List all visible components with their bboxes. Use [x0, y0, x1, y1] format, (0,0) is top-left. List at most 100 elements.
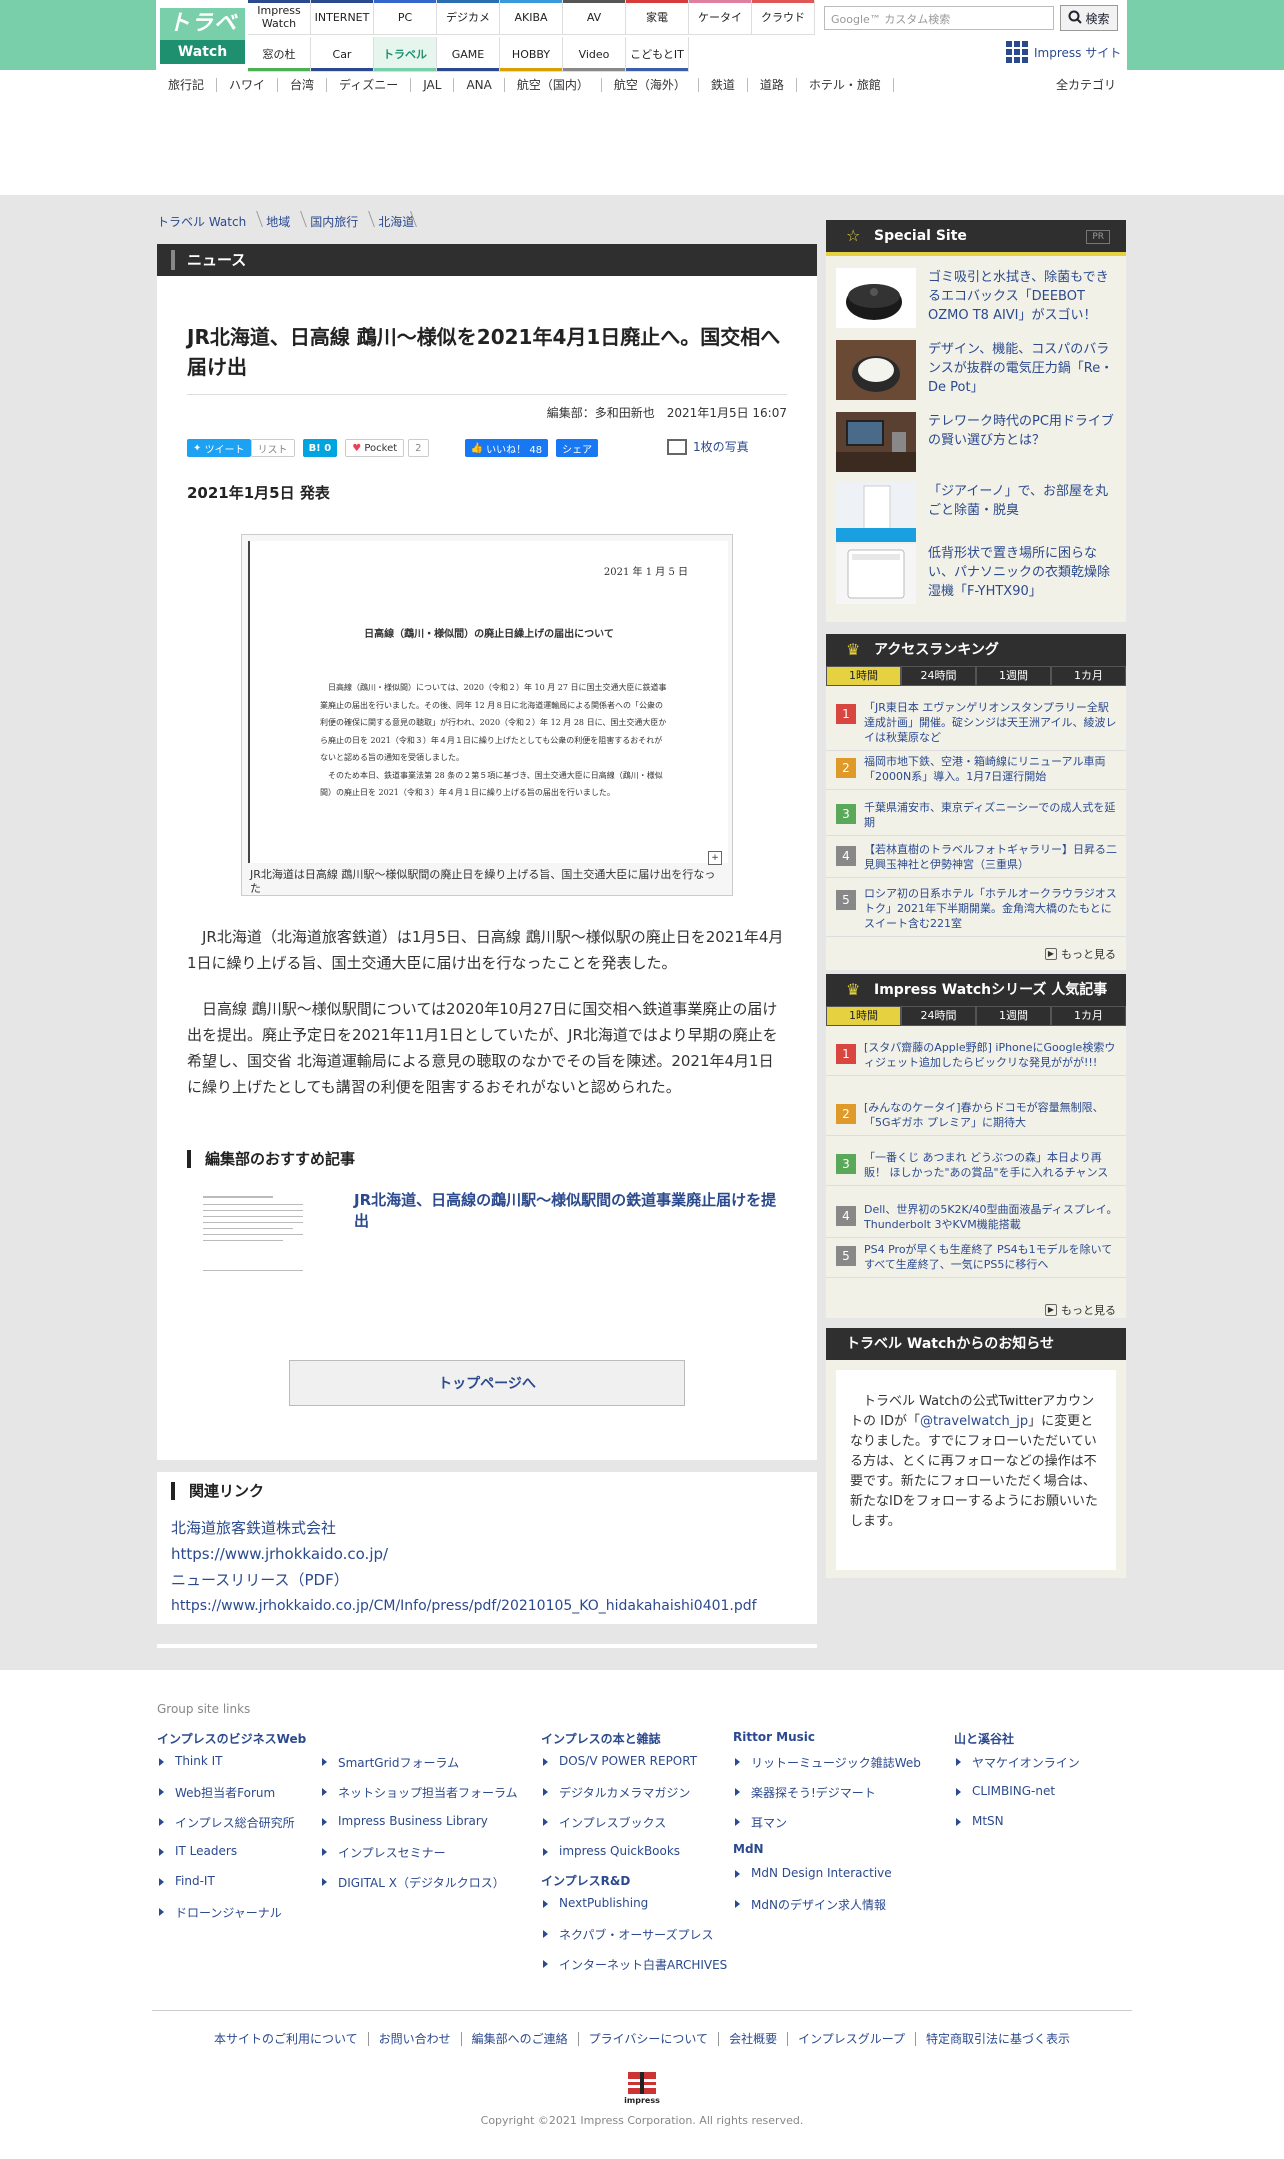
footer-link[interactable]: MtSN: [954, 1814, 1080, 1844]
subnav-item[interactable]: ホテル・旅館: [797, 78, 894, 92]
breadcrumb-item[interactable]: 北海道: [378, 213, 414, 230]
nav-item[interactable]: AKIBA: [500, 0, 563, 35]
travel-watch-logo[interactable]: トラベル Watch: [160, 8, 245, 68]
facebook-share-button[interactable]: シェア: [556, 439, 599, 457]
tab-1-hour[interactable]: 1時間: [826, 666, 901, 686]
top-page-button[interactable]: トップページへ: [289, 1360, 685, 1406]
footer-link[interactable]: DOS/V POWER REPORT: [541, 1754, 727, 1784]
tab-1-month[interactable]: 1カ月: [1051, 1006, 1126, 1026]
more-link[interactable]: ▶ もっと見る: [1045, 946, 1116, 962]
recommended-article-link[interactable]: JR北海道、日高線の鵡川駅～様似駅間の鉄道事業廃止届けを提出: [354, 1190, 784, 1232]
impress-site-link[interactable]: Impress サイト: [1006, 40, 1121, 64]
footer-link[interactable]: IT Leaders: [157, 1844, 306, 1874]
footer-link[interactable]: Find-IT: [157, 1874, 306, 1904]
footer-link[interactable]: 耳マン: [733, 1814, 921, 1844]
breadcrumb-item[interactable]: 国内旅行: [310, 213, 372, 230]
subnav-item[interactable]: 旅行記: [156, 78, 218, 92]
nav-item[interactable]: 家電: [626, 0, 689, 35]
special-item[interactable]: ゴミ吸引と水拭き、除菌もできるエコバックス「DEEBOT OZMO T8 AIV…: [836, 268, 1116, 328]
ranking-item[interactable]: 1 [スタパ齋藤のApple野郎] iPhoneにGoogle検索ウィジェット追加…: [826, 1040, 1126, 1076]
ranking-item[interactable]: 3 千葉県浦安市、東京ディズニーシーでの成人式を延期: [826, 800, 1126, 836]
recommended-thumbnail[interactable]: [199, 1190, 309, 1290]
footer-link[interactable]: DIGITAL X（デジタルクロス）: [320, 1874, 518, 1904]
ranking-item[interactable]: 3 「一番くじ あつまれ どうぶつの森」本日より再販！ ほしかった"あの賞品"を手…: [826, 1150, 1126, 1186]
related-link[interactable]: ニュースリリース（PDF）: [171, 1570, 349, 1590]
impress-logo[interactable]: impress: [620, 2070, 664, 2106]
footer-link[interactable]: CLIMBING-net: [954, 1784, 1080, 1814]
footer-link[interactable]: ドローンジャーナル: [157, 1904, 306, 1934]
article-figure[interactable]: 2021 年 1 月 5 日 日高線（鵡川・様似間）の廃止日繰上げの届出について…: [241, 534, 733, 896]
facebook-like-button[interactable]: 👍 いいね！ 48: [464, 439, 549, 457]
zoom-icon[interactable]: +: [708, 851, 722, 865]
subnav-item[interactable]: JAL: [411, 78, 455, 92]
related-link[interactable]: https://www.jrhokkaido.co.jp/CM/Info/pre…: [171, 1596, 757, 1616]
nav-item[interactable]: デジカメ: [437, 0, 500, 35]
footer-link[interactable]: インプレスブックス: [541, 1814, 727, 1844]
footer-link[interactable]: ネットショップ担当者フォーラム: [320, 1784, 518, 1814]
nav-item[interactable]: トラベル: [374, 37, 437, 72]
footer-bottom-link[interactable]: プライバシーについて: [579, 2032, 720, 2046]
more-link[interactable]: ▶ もっと見る: [1045, 1302, 1116, 1318]
footer-link[interactable]: インプレスセミナー: [320, 1844, 518, 1874]
nav-item[interactable]: Impress Watch: [248, 0, 311, 35]
footer-link[interactable]: Think IT: [157, 1754, 306, 1784]
footer-bottom-link[interactable]: お問い合わせ: [369, 2032, 462, 2046]
footer-link[interactable]: インターネット白書ARCHIVES: [541, 1956, 727, 1986]
hatena-bookmark-button[interactable]: B! 0: [302, 439, 338, 457]
special-item[interactable]: デザイン、機能、コスパのバランスが抜群の電気圧力鍋「Re・De Pot」: [836, 340, 1116, 400]
nav-item[interactable]: Car: [311, 37, 374, 72]
footer-link[interactable]: 楽器探そう!デジマート: [733, 1784, 921, 1814]
ranking-item[interactable]: 5 ロシア初の日系ホテル「ホテルオークラウラジオストク」2021年下半期開業。金角…: [826, 886, 1126, 937]
footer-bottom-link[interactable]: 本サイトのご利用について: [204, 2032, 369, 2046]
subnav-item[interactable]: 航空（国内）: [505, 78, 602, 92]
list-button[interactable]: リスト: [250, 439, 295, 457]
tab-1-week[interactable]: 1週間: [976, 666, 1051, 686]
nav-item[interactable]: クラウド: [752, 0, 815, 35]
all-category-link[interactable]: 全カテゴリ: [1056, 76, 1116, 93]
ranking-item[interactable]: 2 福岡市地下鉄、空港・箱崎線にリニューアル車両「2000N系」導入。1月7日運行…: [826, 754, 1126, 790]
ranking-item[interactable]: 2 [みんなのケータイ]春からドコモが容量無制限、「5Gギガホ プレミア」に期待大: [826, 1100, 1126, 1136]
ranking-item[interactable]: 5 PS4 Proが早くも生産終了 PS4も1モデルを除いてすべて生産終了、一気に…: [826, 1242, 1126, 1278]
footer-link[interactable]: MdN Design Interactive: [733, 1866, 921, 1896]
subnav-item[interactable]: ディズニー: [327, 78, 412, 92]
nav-item[interactable]: こどもとIT: [626, 37, 689, 72]
pocket-button[interactable]: ♥ Pocket: [345, 439, 405, 457]
footer-link[interactable]: デジタルカメラマガジン: [541, 1784, 727, 1814]
footer-link[interactable]: SmartGridフォーラム: [320, 1754, 518, 1784]
special-item[interactable]: 「ジアイーノ」で、お部屋を丸ごと除菌・脱臭: [836, 482, 1116, 542]
footer-link[interactable]: NextPublishing: [541, 1896, 727, 1926]
subnav-item[interactable]: ハワイ: [217, 78, 279, 92]
related-link[interactable]: https://www.jrhokkaido.co.jp/: [171, 1544, 388, 1564]
breadcrumb-item[interactable]: トラベル Watch: [157, 213, 260, 230]
footer-link[interactable]: MdNのデザイン求人情報: [733, 1896, 921, 1926]
footer-link[interactable]: Impress Business Library: [320, 1814, 518, 1844]
footer-bottom-link[interactable]: 特定商取引法に基づく表示: [916, 2032, 1080, 2046]
tweet-button[interactable]: ✦ ツイート: [187, 439, 251, 457]
footer-link[interactable]: ヤマケイオンライン: [954, 1754, 1080, 1784]
tab-1-week[interactable]: 1週間: [976, 1006, 1051, 1026]
tab-1-hour[interactable]: 1時間: [826, 1006, 901, 1026]
nav-item[interactable]: GAME: [437, 37, 500, 72]
subnav-item[interactable]: 道路: [748, 78, 797, 92]
subnav-item[interactable]: 台湾: [278, 78, 328, 92]
photo-count-link[interactable]: 1枚の写真: [667, 438, 749, 455]
footer-link[interactable]: Web担当者Forum: [157, 1784, 306, 1814]
related-link[interactable]: 北海道旅客鉄道株式会社: [171, 1518, 336, 1538]
breadcrumb-item[interactable]: 地域: [266, 213, 304, 230]
subnav-item[interactable]: ANA: [454, 78, 505, 92]
tab-24-hours[interactable]: 24時間: [901, 666, 976, 686]
tab-24-hours[interactable]: 24時間: [901, 1006, 976, 1026]
footer-bottom-link[interactable]: 編集部へのご連絡: [462, 2032, 579, 2046]
subnav-item[interactable]: 航空（海外）: [602, 78, 699, 92]
footer-link[interactable]: インプレス総合研究所: [157, 1814, 306, 1844]
subnav-item[interactable]: 鉄道: [699, 78, 748, 92]
nav-item[interactable]: HOBBY: [500, 37, 563, 72]
footer-link[interactable]: ネクパブ・オーサーズプレス: [541, 1926, 727, 1956]
nav-item[interactable]: AV: [563, 0, 626, 35]
tab-1-month[interactable]: 1カ月: [1051, 666, 1126, 686]
search-button[interactable]: 検索: [1060, 5, 1118, 31]
nav-item[interactable]: INTERNET: [311, 0, 374, 35]
ranking-item[interactable]: 1 「JR東日本 エヴァンゲリオンスタンプラリー全駅達成計画」開催。碇シンジは天王…: [826, 700, 1126, 751]
nav-item[interactable]: ケータイ: [689, 0, 752, 35]
footer-bottom-link[interactable]: インプレスグループ: [788, 2032, 916, 2046]
